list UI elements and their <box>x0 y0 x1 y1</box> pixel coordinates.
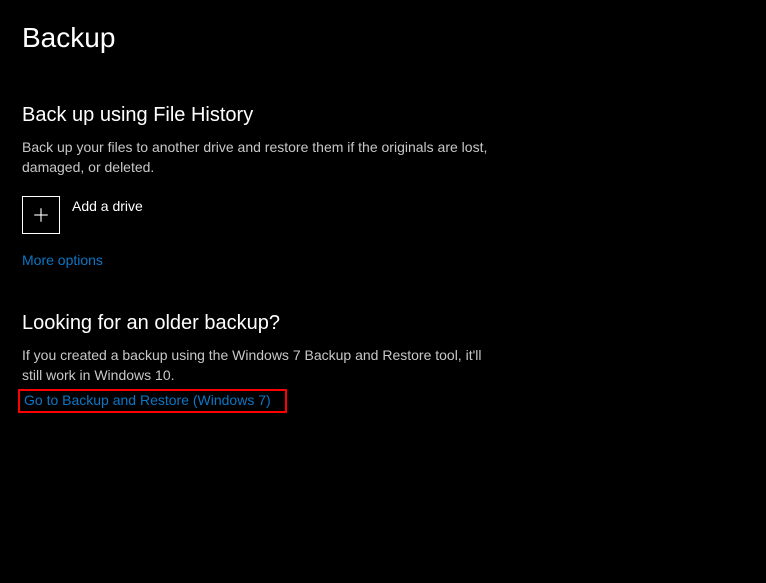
more-options-link[interactable]: More options <box>22 252 103 268</box>
file-history-section: Back up using File History Back up your … <box>22 104 744 270</box>
add-drive-button[interactable]: Add a drive <box>22 196 143 234</box>
highlight-annotation: Go to Backup and Restore (Windows 7) <box>18 389 287 413</box>
file-history-description: Back up your files to another drive and … <box>22 137 502 178</box>
add-drive-label: Add a drive <box>72 198 143 214</box>
older-backup-description: If you created a backup using the Window… <box>22 345 502 386</box>
older-backup-heading: Looking for an older backup? <box>22 312 744 335</box>
file-history-heading: Back up using File History <box>22 104 744 127</box>
page-title: Backup <box>22 22 744 54</box>
plus-icon <box>22 196 60 234</box>
backup-restore-win7-link[interactable]: Go to Backup and Restore (Windows 7) <box>24 392 271 408</box>
older-backup-section: Looking for an older backup? If you crea… <box>22 312 744 414</box>
